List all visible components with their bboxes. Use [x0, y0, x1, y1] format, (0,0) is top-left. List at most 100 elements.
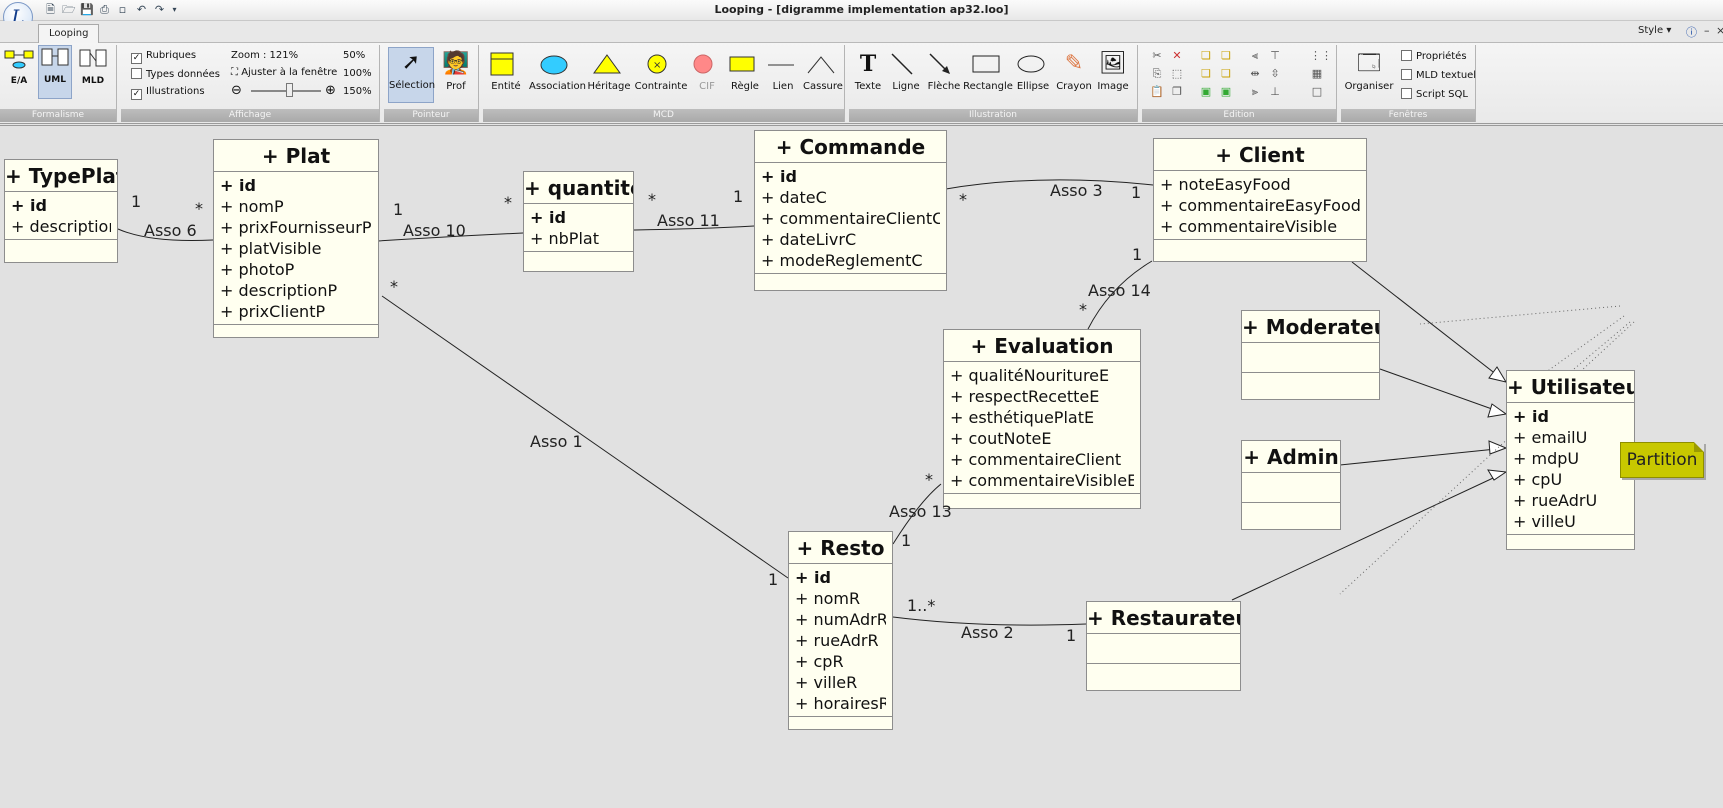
cif-button[interactable]: CIF [689, 49, 725, 101]
texte-button[interactable]: T Texte [849, 49, 887, 101]
inherit-admin-utilisateur[interactable] [1339, 447, 1507, 466]
class-utilisateur[interactable]: + Utilisateur + id + emailU + mdpU + cpU + ru… [1506, 370, 1635, 550]
assoc-label[interactable]: Asso 2 [961, 623, 1014, 642]
open-folder-icon[interactable]: 🗁 [62, 3, 76, 16]
class-restaurateur[interactable]: + Restaurateur [1086, 601, 1241, 691]
print-icon[interactable]: ⎙ [98, 3, 111, 16]
class-moderateur[interactable]: + Moderateur [1241, 310, 1380, 400]
diagram-canvas[interactable]: + TypePlat + id + description + Plat + id + … [0, 125, 1723, 808]
organiser-label: Organiser [1344, 81, 1394, 92]
class-name: + Moderateur [1242, 311, 1379, 343]
fleche-button[interactable]: Flèche [925, 49, 963, 101]
crayon-button[interactable]: ✎ Crayon [1053, 49, 1095, 101]
assoc-label[interactable]: Asso 1 [530, 432, 583, 451]
save-icon[interactable]: 💾 [80, 3, 94, 16]
proprietes-checkbox[interactable]: Propriétés [1401, 50, 1467, 62]
duplicate-icon[interactable]: ❐ [1170, 85, 1184, 99]
assoc-label[interactable]: Asso 3 [1050, 181, 1103, 200]
prof-button[interactable]: 🧑‍🏫 Prof [436, 49, 476, 101]
send-back-icon[interactable]: ❏ [1219, 49, 1233, 63]
fit-window-button[interactable]: ⛶ Ajuster à la fenêtre [231, 67, 337, 78]
grid-icon[interactable]: ⋮⋮ [1310, 49, 1332, 63]
cut-icon[interactable]: ✂ [1150, 49, 1164, 63]
copy-icon[interactable]: ⎘ [1150, 67, 1164, 81]
partition-note[interactable]: Partition [1620, 442, 1704, 478]
inherit-moderateur-utilisateur[interactable] [1379, 368, 1507, 415]
attribute: + platVisible [220, 239, 322, 258]
align-right-icon[interactable]: ⫸ [1248, 85, 1262, 99]
rubriques-checkbox[interactable]: ✓ Rubriques [131, 50, 196, 64]
ellipse-button[interactable]: Ellipse [1013, 49, 1053, 101]
group-icon[interactable]: ❏ [1199, 67, 1213, 81]
organiser-button[interactable]: 🗔 Organiser [1343, 49, 1395, 101]
color-fill-icon[interactable]: ▣ [1199, 85, 1213, 99]
delete-icon[interactable]: ✕ [1170, 49, 1184, 63]
zoom-50-option[interactable]: 50% [343, 50, 365, 61]
uml-button[interactable]: UML [38, 45, 72, 99]
clipboard-icon[interactable]: ▫ [116, 3, 129, 16]
help-icon[interactable]: ⓘ [1686, 24, 1697, 40]
class-name: + Commande [755, 131, 946, 163]
grid-blank-icon[interactable]: □ [1310, 85, 1324, 99]
link-asso1[interactable] [381, 295, 789, 579]
align-center-icon[interactable]: ⇹ [1248, 67, 1262, 81]
association-button[interactable]: Association [529, 49, 586, 101]
tab-looping[interactable]: Looping [38, 24, 100, 44]
assoc-label[interactable]: Asso 11 [657, 211, 720, 230]
class-admin[interactable]: + Admin [1241, 440, 1341, 530]
contrainte-button[interactable]: × Contrainte [633, 49, 689, 101]
paste-icon[interactable]: 📋 [1150, 85, 1164, 99]
new-file-icon[interactable]: 🗎 [44, 3, 57, 16]
style-menu[interactable]: Style ▾ [1638, 25, 1671, 36]
class-client[interactable]: + Client + noteEasyFood + commentaireEasyF… [1153, 138, 1367, 262]
class-commande[interactable]: + Commande + id + dateC + commentaireClient… [754, 130, 947, 291]
attribute: + emailU [1513, 428, 1588, 447]
mld-textuel-checkbox[interactable]: MLD textuel [1401, 69, 1476, 81]
zoom-in-icon[interactable]: ⊕ [325, 83, 336, 98]
assoc-label[interactable]: Asso 14 [1088, 281, 1151, 300]
lien-button[interactable]: Lien [763, 49, 803, 101]
illustrations-checkbox[interactable]: ✓ Illustrations [131, 86, 205, 100]
align-left-icon[interactable]: ⫷ [1248, 49, 1262, 63]
align-middle-icon[interactable]: ⇳ [1268, 67, 1282, 81]
zoom-slider-thumb[interactable] [286, 83, 293, 97]
bring-front-icon[interactable]: ❏ [1199, 49, 1213, 63]
image-button[interactable]: 🖼 Image [1093, 49, 1133, 101]
assoc-label[interactable]: Asso 10 [403, 221, 466, 240]
types-donnees-checkbox[interactable]: Types données [131, 68, 220, 80]
align-top-icon[interactable]: ⊤ [1268, 49, 1282, 63]
heritage-button[interactable]: Héritage [583, 49, 635, 101]
align-bottom-icon[interactable]: ⊥ [1268, 85, 1282, 99]
cif-label: CIF [699, 81, 715, 92]
mld-button[interactable]: MLD [76, 47, 110, 99]
script-sql-checkbox[interactable]: Script SQL [1401, 88, 1468, 100]
grid-fill-icon[interactable]: ▦ [1310, 67, 1324, 81]
ea-button[interactable]: E/A [2, 47, 36, 99]
class-plat[interactable]: + Plat + id + nomP + prixFournisseurP + plat… [213, 139, 379, 338]
redo-icon[interactable]: ↷ [153, 3, 166, 16]
class-typeplat[interactable]: + TypePlat + id + description [4, 159, 118, 263]
cassure-button[interactable]: Cassure [801, 49, 845, 101]
undo-icon[interactable]: ↶ [135, 3, 148, 16]
ligne-button[interactable]: Ligne [887, 49, 925, 101]
assoc-label[interactable]: Asso 13 [889, 502, 952, 521]
color-line-icon[interactable]: ▣ [1219, 85, 1233, 99]
zoom-150-option[interactable]: 150% [343, 86, 372, 97]
select-all-icon[interactable]: ⬚ [1170, 67, 1184, 81]
class-quantite[interactable]: + quantite + id + nbPlat [523, 171, 634, 272]
regle-button[interactable]: Règle [725, 49, 765, 101]
assoc-label[interactable]: Asso 6 [144, 221, 197, 240]
zoom-100-option[interactable]: 100% [343, 68, 372, 79]
ungroup-icon[interactable]: ❏ [1219, 67, 1233, 81]
entite-button[interactable]: Entité [483, 49, 529, 101]
rectangle-button[interactable]: Rectangle [963, 49, 1013, 101]
class-evaluation[interactable]: + Evaluation + qualitéNouritureE + respect… [943, 329, 1141, 509]
quick-access-dropdown-icon[interactable]: ▾ [168, 3, 181, 16]
zoom-out-icon[interactable]: ⊖ [231, 83, 242, 98]
minimize-button[interactable]: – [1704, 24, 1710, 37]
close-button[interactable]: × [1716, 24, 1723, 37]
multiplicity: * [648, 190, 656, 209]
rule-icon [729, 56, 755, 72]
selection-button[interactable]: ➚ Sélection [388, 47, 435, 103]
class-resto[interactable]: + Resto + id + nomR + numAdrR + rueAdrR + cpR… [788, 531, 893, 730]
